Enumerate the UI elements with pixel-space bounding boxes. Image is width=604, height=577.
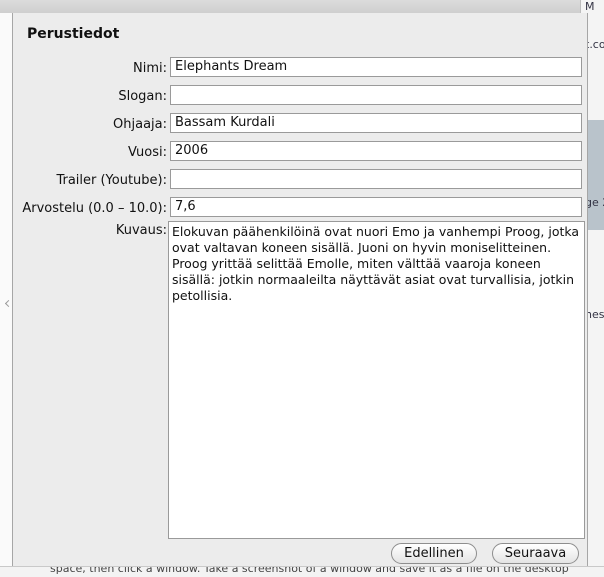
background-status-text: space, then click a window. Take a scree… [0,566,604,577]
resize-grip-icon [4,299,13,308]
background-window-titlebar [0,0,604,14]
description-label: Kuvaus: [115,223,167,238]
name-label: Nimi: [133,61,167,76]
name-field[interactable]: Elephants Dream [170,57,582,77]
year-field[interactable]: 2006 [170,141,582,161]
director-field[interactable]: Bassam Kurdali [170,113,582,133]
description-textarea[interactable]: Elokuvan päähenkilöinä ovat nuori Emo ja… [168,221,585,539]
slogan-field[interactable] [170,85,582,105]
movie-details-dialog: Perustiedot Nimi: Elephants Dream Slogan… [12,13,588,566]
rating-label: Arvostelu (0.0 – 10.0): [22,201,167,216]
section-title: Perustiedot [27,26,120,42]
next-button[interactable]: Seuraava [492,543,579,564]
previous-button[interactable]: Edellinen [391,543,477,564]
background-text-fragment: space, then click a window. Take a scree… [50,566,569,575]
trailer-label: Trailer (Youtube): [56,173,167,188]
director-label: Ohjaaja: [113,117,167,132]
slogan-label: Slogan: [118,89,167,104]
trailer-field[interactable] [170,169,582,189]
rating-field[interactable]: 7,6 [170,197,582,217]
year-label: Vuosi: [128,145,167,160]
background-text-fragment: M [585,0,595,13]
